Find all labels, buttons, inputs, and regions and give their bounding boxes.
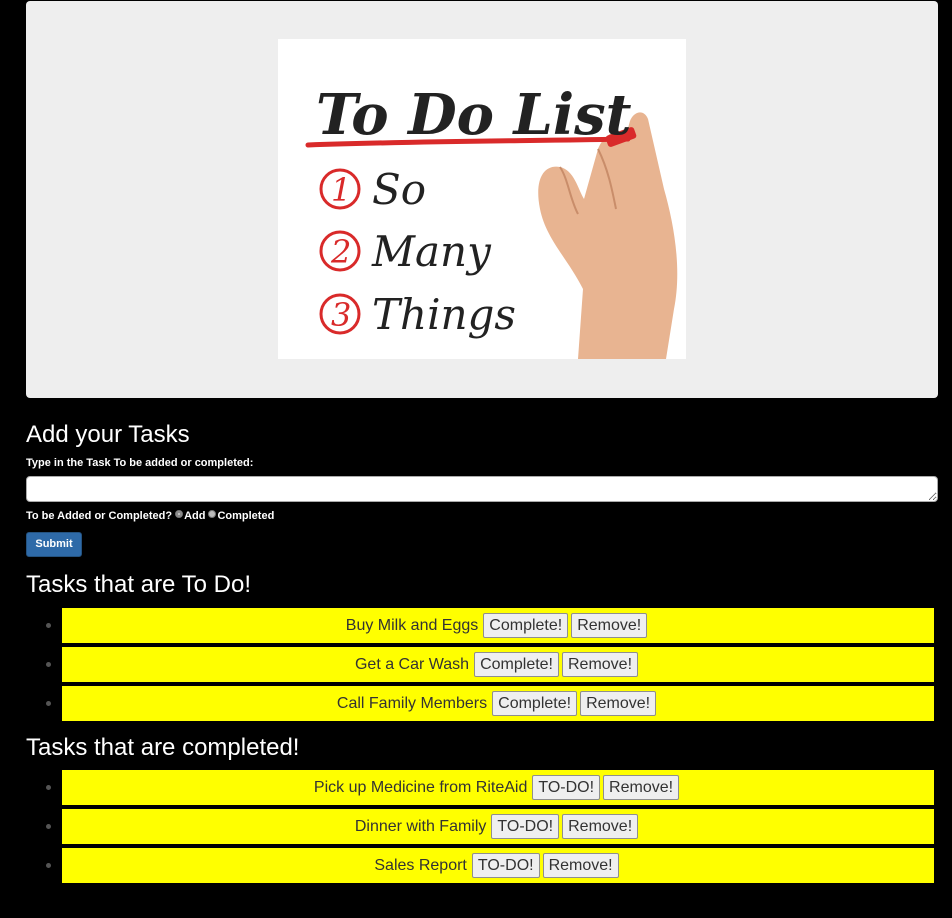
bullet-icon [46,623,51,628]
bullet-icon [46,824,51,829]
remove-button[interactable]: Remove! [603,775,680,800]
todo-list-image: To Do List 1 So 2 Many 3 Things [278,39,686,359]
svg-text:2: 2 [330,233,351,271]
svg-text:3: 3 [331,296,351,334]
add-radio[interactable] [175,510,184,518]
remove-button[interactable]: Remove! [562,652,639,677]
remove-button[interactable]: Remove! [542,853,619,878]
task-text: Call Family Members [336,694,488,712]
bullet-icon [46,785,51,790]
svg-text:So: So [372,165,426,214]
completed-radio-label: Completed [217,510,275,522]
form-heading: Add your Tasks [26,421,190,448]
task-card: Sales Report TO-DO! Remove! [62,848,934,883]
task-input-label: Type in the Task To be added or complete… [26,457,254,469]
complete-button[interactable]: Complete! [492,691,578,716]
task-text: Dinner with Family [354,817,487,835]
remove-button[interactable]: Remove! [571,613,648,638]
todo-item: Buy Milk and Eggs Complete! Remove! [26,608,938,647]
completed-radio[interactable] [208,510,217,518]
submit-button[interactable]: Submit [26,532,82,557]
task-text: Pick up Medicine from RiteAid [313,778,528,796]
bullet-icon [46,662,51,667]
task-card: Call Family Members Complete! Remove! [62,686,934,721]
todo-button[interactable]: TO-DO! [491,814,560,839]
hero-item-3: 3 Things [319,290,516,339]
todo-list-illustration: To Do List 1 So 2 Many 3 Things [278,39,686,359]
radio-question: To be Added or Completed? [26,510,173,522]
remove-button[interactable]: Remove! [562,814,639,839]
todo-button[interactable]: TO-DO! [471,853,540,878]
radio-group: To be Added or Completed? Add Completed [26,510,938,522]
completed-heading: Tasks that are completed! [26,734,300,761]
todo-list: Buy Milk and Eggs Complete! Remove! Get … [26,608,938,725]
complete-button[interactable]: Complete! [474,652,559,677]
todo-item: Get a Car Wash Complete! Remove! [26,647,938,686]
page: To Do List 1 So 2 Many 3 Things Add your… [0,0,952,918]
task-text: Buy Milk and Eggs [345,616,479,634]
bullet-icon [46,863,51,868]
svg-text:Many: Many [371,227,492,276]
todo-section: Tasks that are To Do! Buy Milk and Eggs … [26,571,938,725]
todo-button[interactable]: TO-DO! [532,775,601,800]
completed-item: Pick up Medicine from RiteAid TO-DO! Rem… [26,770,938,809]
todo-item: Call Family Members Complete! Remove! [26,686,938,725]
task-card: Pick up Medicine from RiteAid TO-DO! Rem… [62,770,934,805]
task-card: Get a Car Wash Complete! Remove! [62,647,934,682]
completed-item: Sales Report TO-DO! Remove! [26,848,938,887]
completed-section: Tasks that are completed! Pick up Medici… [26,734,938,887]
hero-panel: To Do List 1 So 2 Many 3 Things [26,1,938,398]
task-card: Dinner with Family TO-DO! Remove! [62,809,934,844]
add-task-form: Add your Tasks Type in the Task To be ad… [26,421,938,557]
task-text: Get a Car Wash [354,655,470,673]
todo-heading: Tasks that are To Do! [26,571,251,598]
task-card: Buy Milk and Eggs Complete! Remove! [62,608,934,643]
hero-item-2: 2 Many [319,227,492,276]
svg-text:1: 1 [331,171,351,209]
svg-text:Things: Things [372,290,516,339]
completed-item: Dinner with Family TO-DO! Remove! [26,809,938,848]
bullet-icon [46,701,51,706]
completed-list: Pick up Medicine from RiteAid TO-DO! Rem… [26,770,938,887]
remove-button[interactable]: Remove! [580,691,657,716]
complete-button[interactable]: Complete! [483,613,569,638]
hero-item-1: 1 So [319,165,426,214]
task-text: Sales Report [374,856,467,874]
add-radio-label: Add [184,510,206,522]
task-input[interactable] [26,476,938,502]
